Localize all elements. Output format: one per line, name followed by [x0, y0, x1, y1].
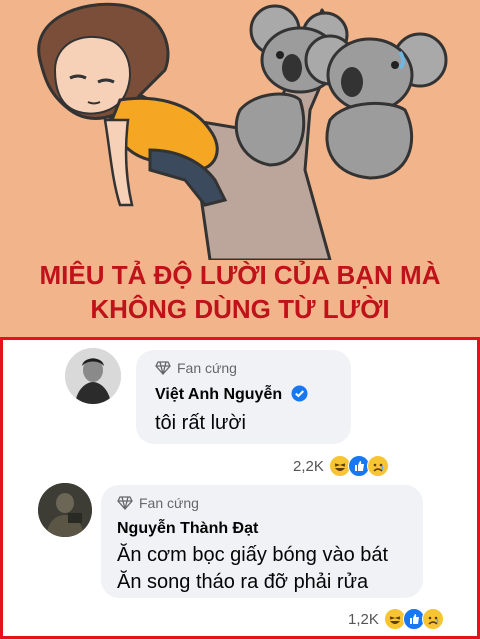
avatar-photo-icon — [65, 348, 121, 404]
sad-icon — [366, 455, 389, 477]
headline: MIÊU TẢ ĐỘ LƯỜI CỦA BẠN MÀ KHÔNG DÙNG TỪ… — [0, 258, 480, 326]
comment-author[interactable]: Việt Anh Nguyễn — [155, 385, 308, 404]
badge-label: Fan cứng — [177, 360, 237, 376]
fan-badge: Fan cứng — [155, 360, 237, 376]
headline-line-1: MIÊU TẢ ĐỘ LƯỜI CỦA BẠN MÀ — [39, 260, 441, 290]
avatar[interactable] — [38, 483, 92, 537]
fan-badge: Fan cứng — [117, 495, 199, 511]
sad-icon — [421, 608, 444, 630]
comment-text: Ăn cơm bọc giấy bóng vào bát Ăn song thá… — [117, 544, 389, 593]
reaction-count: 1,2K — [348, 610, 379, 628]
badge-label: Fan cứng — [139, 495, 199, 511]
avatar-photo-icon — [38, 483, 92, 537]
reaction-summary[interactable]: 1,2K — [348, 608, 444, 630]
reaction-summary[interactable]: 2,2K — [293, 455, 389, 477]
verified-icon — [291, 385, 308, 402]
reaction-count: 2,2K — [293, 457, 324, 475]
meme-header: MIÊU TẢ ĐỘ LƯỜI CỦA BẠN MÀ KHÔNG DÙNG TỪ… — [0, 0, 480, 337]
comment-text: tôi rất lười — [155, 412, 246, 434]
diamond-icon — [155, 361, 171, 375]
comment-author[interactable]: Nguyễn Thành Đạt — [117, 520, 258, 538]
avatar[interactable] — [65, 348, 121, 404]
lazy-girl-koala-illustration — [37, 2, 448, 260]
diamond-icon — [117, 496, 133, 510]
comments-panel: Fan cứng Việt Anh Nguyễn tôi rất lười 2,… — [0, 337, 480, 639]
headline-line-2: KHÔNG DÙNG TỪ LƯỜI — [90, 294, 390, 324]
